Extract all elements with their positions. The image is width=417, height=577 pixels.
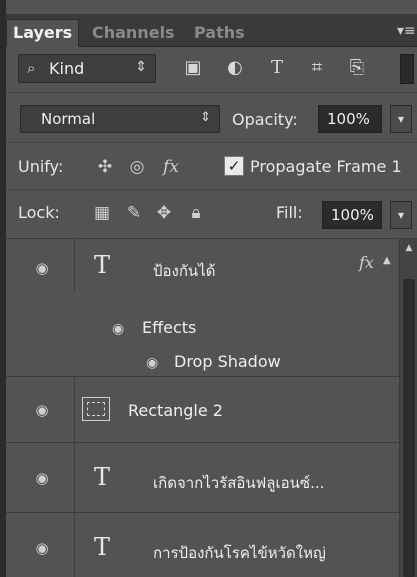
lock-row: Lock: ▦ ✎ ✥ 🔒︎ Fill: 100% ▾ bbox=[6, 188, 417, 239]
unify-row: Unify: ✣ ◎ fx ✓ Propagate Frame 1 bbox=[6, 142, 417, 190]
select-arrows-icon: ⇕ bbox=[200, 110, 211, 125]
smart-object-filter-icon[interactable]: ⎘ bbox=[345, 56, 369, 80]
text-layer-icon: T bbox=[94, 533, 111, 561]
effects-label[interactable]: Effects bbox=[142, 318, 196, 337]
opacity-label: Opacity: bbox=[232, 110, 298, 129]
layer-row[interactable]: ◉ Rectangle 2 bbox=[6, 377, 399, 443]
lock-label: Lock: bbox=[18, 203, 60, 222]
filter-kind-label: Kind bbox=[49, 59, 85, 78]
fill-input[interactable]: 100% bbox=[322, 201, 382, 229]
image-filter-icon[interactable]: ▣ bbox=[181, 56, 205, 80]
opacity-input[interactable]: 100% bbox=[318, 105, 382, 133]
text-layer-icon: T bbox=[94, 251, 111, 279]
search-icon: ⌕ bbox=[27, 59, 36, 77]
adjustment-filter-icon[interactable]: ◐ bbox=[223, 56, 247, 80]
panel-menu-icon[interactable]: ▾≡ bbox=[397, 22, 416, 40]
layers-panel: Layers Channels Paths ▾≡ ⌕ Kind ⇕ ▣ ◐ T … bbox=[0, 0, 417, 577]
shape-filter-icon[interactable]: ⌗ bbox=[305, 56, 329, 80]
visibility-eye-icon[interactable]: ◉ bbox=[32, 541, 52, 556]
layers-scrollbar[interactable]: ▲ bbox=[399, 239, 417, 577]
scroll-up-arrow-icon[interactable]: ▲ bbox=[400, 239, 417, 257]
layer-row[interactable]: ◉ T การป้องกันโรคไข้หวัดใหญ่ bbox=[6, 513, 399, 577]
layer-effects-fx-icon[interactable]: fx bbox=[359, 253, 374, 272]
opacity-dropdown-button[interactable]: ▾ bbox=[390, 105, 412, 133]
tab-layers[interactable]: Layers bbox=[6, 19, 80, 47]
drop-shadow-effect[interactable]: Drop Shadow bbox=[174, 352, 281, 371]
layer-divider bbox=[74, 239, 75, 291]
panel-tab-bar: Layers Channels Paths ▾≡ bbox=[6, 14, 417, 47]
lock-position-icon[interactable]: ✥ bbox=[152, 201, 176, 225]
lock-image-pixels-icon[interactable]: ✎ bbox=[122, 201, 146, 225]
layer-name[interactable]: เกิดจากไวรัสอินฟลูเอนซ์... bbox=[153, 471, 324, 495]
select-arrows-icon: ⇕ bbox=[135, 59, 147, 75]
text-layer-icon: T bbox=[94, 463, 111, 491]
tab-paths[interactable]: Paths bbox=[188, 20, 251, 46]
layers-list: ◉ T ป้องกันได้ fx ▲ ◉ Effects ◉ Drop Sha… bbox=[6, 239, 399, 577]
blend-row: Normal ⇕ Opacity: 100% ▾ bbox=[6, 92, 417, 143]
propagate-frame-label: Propagate Frame 1 bbox=[250, 157, 402, 176]
layer-divider bbox=[74, 377, 75, 442]
unify-position-icon[interactable]: ✣ bbox=[92, 155, 118, 179]
expand-effects-arrow-icon[interactable]: ▲ bbox=[383, 255, 391, 266]
visibility-eye-icon[interactable]: ◉ bbox=[32, 261, 52, 276]
filter-toggle-switch[interactable] bbox=[400, 54, 414, 84]
layer-divider bbox=[74, 513, 75, 577]
fill-label: Fill: bbox=[276, 203, 303, 222]
layer-name[interactable]: Rectangle 2 bbox=[128, 401, 223, 420]
type-filter-icon[interactable]: T bbox=[265, 56, 289, 80]
layer-row[interactable]: ◉ T ป้องกันได้ fx ▲ ◉ Effects ◉ Drop Sha… bbox=[6, 239, 399, 377]
blend-mode-select[interactable]: Normal ⇕ bbox=[20, 105, 220, 133]
drop-shadow-visibility-eye-icon[interactable]: ◉ bbox=[146, 355, 158, 371]
blend-mode-value: Normal bbox=[41, 110, 96, 128]
unify-label: Unify: bbox=[18, 157, 64, 176]
tab-channels[interactable]: Channels bbox=[86, 20, 181, 46]
propagate-frame-checkbox[interactable]: ✓ bbox=[224, 156, 244, 176]
scrollbar-thumb[interactable] bbox=[403, 279, 415, 577]
effects-visibility-eye-icon[interactable]: ◉ bbox=[112, 321, 124, 337]
fill-dropdown-button[interactable]: ▾ bbox=[390, 201, 412, 229]
layer-name[interactable]: การป้องกันโรคไข้หวัดใหญ่ bbox=[153, 541, 326, 565]
shape-layer-thumbnail-icon bbox=[82, 397, 110, 421]
layer-divider bbox=[74, 443, 75, 512]
layer-filter-row: ⌕ Kind ⇕ ▣ ◐ T ⌗ ⎘ bbox=[6, 46, 417, 92]
unify-style-icon[interactable]: fx bbox=[158, 155, 184, 179]
layer-row[interactable]: ◉ T เกิดจากไวรัสอินฟลูเอนซ์... bbox=[6, 443, 399, 513]
visibility-eye-icon[interactable]: ◉ bbox=[32, 471, 52, 486]
filter-kind-select[interactable]: ⌕ Kind ⇕ bbox=[18, 54, 156, 83]
unify-visibility-icon[interactable]: ◎ bbox=[124, 155, 150, 179]
visibility-eye-icon[interactable]: ◉ bbox=[32, 403, 52, 418]
layer-name[interactable]: ป้องกันได้ bbox=[153, 259, 215, 283]
lock-transparent-pixels-icon[interactable]: ▦ bbox=[90, 201, 114, 225]
lock-all-icon[interactable]: 🔒︎ bbox=[184, 201, 208, 225]
